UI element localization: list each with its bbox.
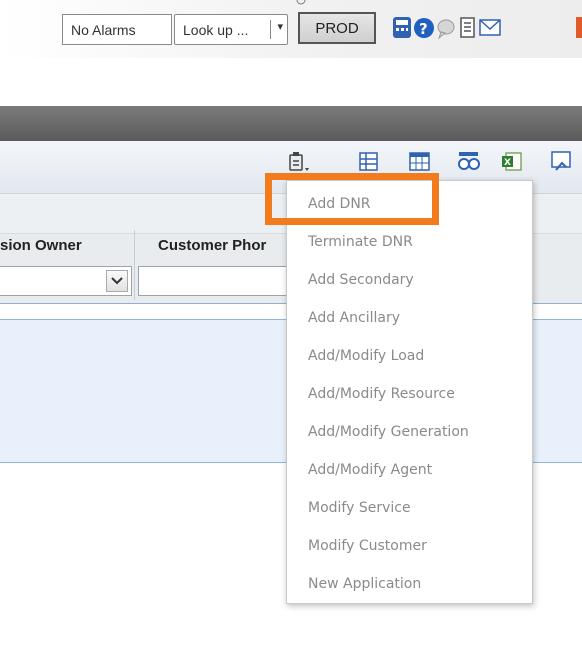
owner-filter-select[interactable]	[0, 266, 132, 296]
column-header-decision-owner[interactable]: sion Owner	[0, 237, 82, 254]
chat-icon[interactable]	[437, 19, 455, 40]
settings-partial-icon	[296, 0, 306, 5]
power-icon[interactable]	[576, 17, 582, 38]
header-band	[0, 106, 582, 141]
report-icon[interactable]	[460, 17, 475, 38]
menu-item-add-modify-resource[interactable]: Add/Modify Resource	[308, 386, 455, 402]
chevron-down-glyph	[111, 277, 123, 285]
mail-icon[interactable]	[479, 19, 501, 36]
menu-item-modify-service[interactable]: Modify Service	[308, 500, 411, 516]
help-icon[interactable]: ?	[414, 18, 434, 38]
menu-item-add-secondary[interactable]: Add Secondary	[308, 272, 414, 288]
action-menu: Add DNR Terminate DNR Add Secondary Add …	[286, 180, 533, 604]
column-header-customer-phone[interactable]: Customer Phor	[158, 237, 266, 254]
excel-export-icon[interactable]: X	[502, 152, 522, 171]
clipboard-menu-icon[interactable]	[289, 152, 309, 171]
calculator-icon[interactable]	[393, 17, 411, 38]
topbar-icons-final: ?	[393, 17, 582, 40]
grid-list-icon[interactable]	[359, 152, 378, 171]
customer-phone-filter-input[interactable]	[138, 266, 298, 296]
menu-item-add-ancillary[interactable]: Add Ancillary	[308, 310, 400, 326]
table-icon[interactable]	[409, 152, 430, 171]
menu-item-new-application[interactable]: New Application	[308, 576, 421, 592]
binoculars-icon[interactable]	[458, 152, 480, 170]
menu-item-add-modify-generation[interactable]: Add/Modify Generation	[308, 424, 469, 440]
svg-text:X: X	[504, 158, 511, 168]
menu-item-add-modify-agent[interactable]: Add/Modify Agent	[308, 462, 432, 478]
refresh-icon[interactable]	[551, 151, 571, 171]
column-separator[interactable]	[134, 230, 135, 300]
chevron-down-icon[interactable]	[106, 270, 128, 292]
highlight-box	[265, 173, 439, 225]
menu-item-terminate-dnr[interactable]: Terminate DNR	[308, 234, 413, 250]
menu-item-modify-customer[interactable]: Modify Customer	[308, 538, 427, 554]
menu-item-add-modify-load[interactable]: Add/Modify Load	[308, 348, 424, 364]
svg-text:?: ?	[419, 20, 428, 38]
